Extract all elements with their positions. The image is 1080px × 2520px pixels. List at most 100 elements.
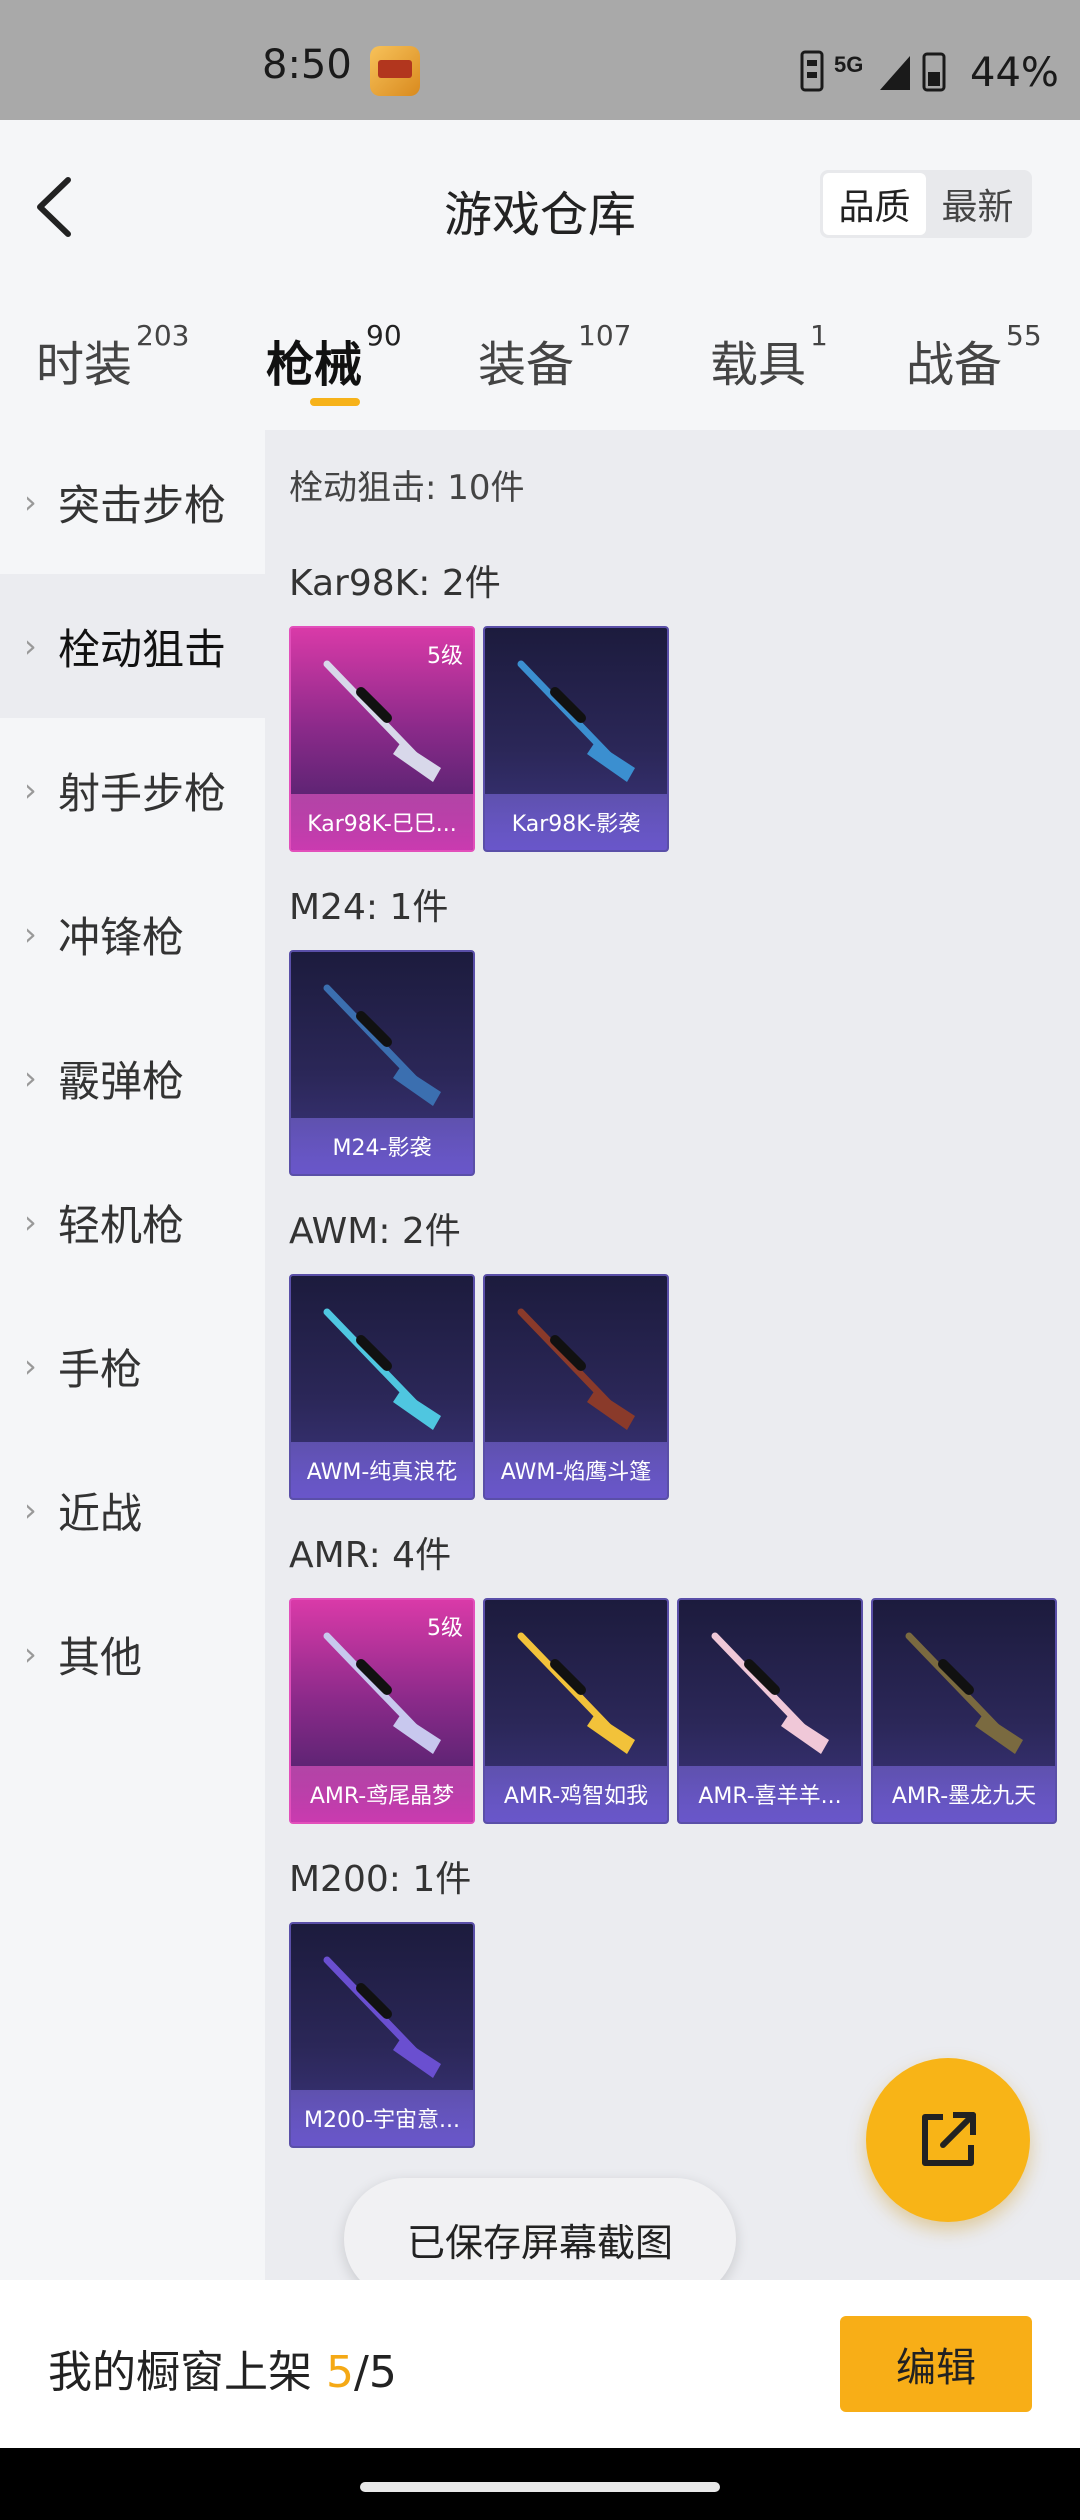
item-name: AWM-焰鹰斗篷 [485,1442,667,1498]
tab-count: 203 [136,319,190,352]
shelf-label: 我的橱窗上架 [48,2347,326,2398]
item-name: AMR-喜羊羊... [679,1766,861,1822]
tab-count: 90 [366,319,402,352]
item-name: AMR-鸡智如我 [485,1766,667,1822]
status-time: 8:50 [262,42,352,88]
sidebar-item-assault-rifle[interactable]: › 突击步枪 [0,430,265,574]
item-card[interactable]: M200-宇宙意... [289,1922,475,2148]
sidebar-item-marksman-rifle[interactable]: › 射手步枪 [0,718,265,862]
showcase-shelf-status: 我的橱窗上架 5/5 [48,2336,397,2400]
item-level-badge: 5级 [427,1616,463,1641]
group-title: M200: 1件 [289,1859,472,1900]
item-name: AWM-纯真浪花 [291,1442,473,1498]
tab-label: 装备 [478,337,575,393]
category-summary: 栓动狙击: 10件 [289,468,525,508]
chevron-right-icon: › [24,915,37,953]
chevron-right-icon: › [24,1491,37,1529]
sniper-rifle-icon [517,660,635,782]
sidebar-item-label: 近战 [58,1488,143,1538]
tab-firearms[interactable]: 枪械90 [266,319,402,395]
sniper-rifle-icon [517,1308,635,1430]
tab-count: 1 [810,319,828,352]
system-nav-bar [0,2448,1080,2520]
sidebar-item-label: 霰弹枪 [58,1056,185,1106]
sort-quality-button[interactable]: 品质 [823,173,926,235]
chevron-right-icon: › [24,1347,37,1385]
sidebar-item-label: 手枪 [58,1344,143,1394]
item-card[interactable]: AMR-鸡智如我 [483,1598,669,1824]
chevron-right-icon: › [24,1203,37,1241]
shelf-total: /5 [354,2347,397,2398]
sidebar-item-label: 栓动狙击 [58,624,227,674]
group-title: Kar98K: 2件 [289,563,501,604]
share-external-icon [922,2112,976,2166]
item-card[interactable]: AMR-墨龙九天 [871,1598,1057,1824]
item-name: AMR-鸢尾晶梦 [291,1766,473,1822]
sort-toggle: 品质 最新 [820,170,1032,238]
sidebar-item-melee[interactable]: › 近战 [0,1438,265,1582]
share-button[interactable] [866,2058,1030,2222]
item-card[interactable]: AWM-纯真浪花 [289,1274,475,1500]
sidebar-item-smg[interactable]: › 冲锋枪 [0,862,265,1006]
chevron-right-icon: › [24,771,37,809]
tab-count: 107 [578,319,632,352]
tab-supplies[interactable]: 战备55 [906,319,1042,395]
item-name: Kar98K-影袭 [485,794,667,850]
sniper-rifle-icon [517,1632,635,1754]
item-card[interactable]: 5级 Kar98K-巳巳... [289,626,475,852]
active-tab-indicator [310,398,360,406]
tab-label: 战备 [906,337,1003,393]
sniper-rifle-icon [323,1308,441,1430]
item-level-badge: 5级 [427,644,463,669]
sidebar-item-lmg[interactable]: › 轻机枪 [0,1150,265,1294]
chevron-right-icon: › [24,1635,37,1673]
sidebar-item-label: 突击步枪 [58,480,227,530]
sniper-rifle-icon [323,660,441,782]
sidebar-item-label: 射手步枪 [58,768,227,818]
sniper-rifle-icon [323,984,441,1106]
tab-count: 55 [1006,319,1042,352]
tab-equipment[interactable]: 装备107 [478,319,631,395]
item-name: M200-宇宙意... [291,2090,473,2146]
group-title: M24: 1件 [289,887,449,928]
sidebar-item-label: 轻机枪 [58,1200,185,1250]
svg-text:5G: 5G [834,52,863,77]
sniper-rifle-icon [711,1632,829,1754]
group-title: AWM: 2件 [289,1211,461,1252]
category-tabs: 时装203 枪械90 装备107 载具1 战备55 [0,290,1080,430]
item-name: M24-影袭 [291,1118,473,1174]
sidebar-item-bolt-sniper[interactable]: › 栓动狙击 [0,574,265,718]
sidebar-item-label: 其他 [58,1632,143,1682]
status-bar: 8:50 5G 44% [0,0,1080,120]
sidebar-item-shotgun[interactable]: › 霰弹枪 [0,1006,265,1150]
chevron-right-icon: › [24,483,37,521]
item-card[interactable]: AMR-喜羊羊... [677,1598,863,1824]
tab-vehicles[interactable]: 载具1 [710,319,828,395]
tab-label: 枪械 [266,337,363,393]
sidebar-item-other[interactable]: › 其他 [0,1582,265,1726]
item-card[interactable]: 5级 AMR-鸢尾晶梦 [289,1598,475,1824]
chevron-right-icon: › [24,627,37,665]
sort-newest-button[interactable]: 最新 [926,173,1029,235]
bottom-bar: 我的橱窗上架 5/5 编辑 [0,2280,1080,2448]
app-notification-icon [370,46,420,96]
sniper-rifle-icon [323,1956,441,2078]
sidebar-item-label: 冲锋枪 [58,912,185,962]
battery-percent: 44% [970,50,1059,96]
chevron-right-icon: › [24,1059,37,1097]
tab-fashion[interactable]: 时装203 [36,319,189,395]
item-card[interactable]: AWM-焰鹰斗篷 [483,1274,669,1500]
sniper-rifle-icon [905,1632,1023,1754]
edit-button[interactable]: 编辑 [840,2316,1032,2412]
item-grid-panel: 栓动狙击: 10件 Kar98K: 2件 5级 Kar98K-巳巳... Kar9… [265,430,1080,2280]
group-title: AMR: 4件 [289,1535,452,1576]
tab-label: 时装 [36,337,133,393]
header: 游戏仓库 品质 最新 [0,120,1080,290]
shelf-current: 5 [326,2347,354,2398]
sidebar-item-pistol[interactable]: › 手枪 [0,1294,265,1438]
item-card[interactable]: M24-影袭 [289,950,475,1176]
item-name: AMR-墨龙九天 [873,1766,1055,1822]
item-card[interactable]: Kar98K-影袭 [483,626,669,852]
home-indicator[interactable] [360,2482,720,2492]
item-name: Kar98K-巳巳... [291,794,473,850]
